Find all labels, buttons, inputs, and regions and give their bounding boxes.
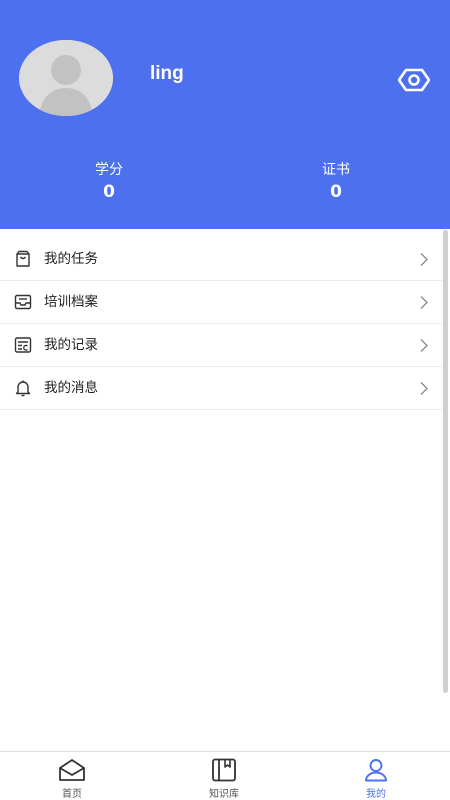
tab-home[interactable]: 首页 [32, 752, 112, 800]
stat-certificates-label: 证书 [322, 162, 350, 178]
menu-item-my-tasks[interactable]: 我的任务 [0, 238, 444, 281]
tab-home-label: 首页 [62, 789, 82, 800]
profile-menu: 我的任务 培训档案 我的记录 我的消息 [0, 238, 444, 410]
profile-header: ling 学分 0 证书 0 [0, 0, 450, 229]
menu-item-my-records[interactable]: 我的记录 [0, 324, 444, 367]
chevron-right-icon [420, 296, 428, 309]
user-icon [365, 759, 387, 782]
task-bag-icon [16, 250, 30, 267]
tab-me[interactable]: 我的 [336, 752, 416, 800]
menu-item-label: 我的记录 [44, 337, 98, 353]
stat-credits-label: 学分 [95, 162, 123, 178]
chevron-right-icon [420, 382, 428, 395]
avatar[interactable] [19, 40, 113, 116]
stat-credits[interactable]: 学分 0 [69, 160, 149, 204]
tab-knowledge-base[interactable]: 知识库 [184, 752, 264, 800]
scrollbar[interactable] [443, 230, 448, 693]
username: ling [150, 63, 184, 84]
bell-icon [15, 380, 31, 397]
bottom-tab-bar: 首页 知识库 我的 [0, 751, 450, 800]
menu-item-training-archive[interactable]: 培训档案 [0, 281, 444, 324]
menu-item-my-messages[interactable]: 我的消息 [0, 367, 444, 410]
eye-icon[interactable] [397, 66, 431, 94]
stat-credits-value: 0 [103, 182, 115, 202]
menu-item-label: 我的任务 [44, 251, 98, 267]
menu-item-label: 我的消息 [44, 380, 98, 396]
chevron-right-icon [420, 253, 428, 266]
chevron-right-icon [420, 339, 428, 352]
tab-me-label: 我的 [366, 789, 386, 800]
book-icon [212, 758, 236, 782]
inbox-tray-icon [14, 294, 32, 310]
stat-certificates[interactable]: 证书 0 [296, 160, 376, 204]
stat-certificates-value: 0 [330, 182, 342, 202]
default-avatar-icon [19, 40, 113, 116]
record-list-icon [14, 337, 32, 353]
menu-item-label: 培训档案 [44, 294, 98, 310]
profile-screen: ling 学分 0 证书 0 我的任务 培训档案 我的记录 我的消息 首页 知识… [0, 0, 450, 800]
home-icon [59, 759, 85, 781]
tab-knowledge-base-label: 知识库 [209, 789, 239, 800]
